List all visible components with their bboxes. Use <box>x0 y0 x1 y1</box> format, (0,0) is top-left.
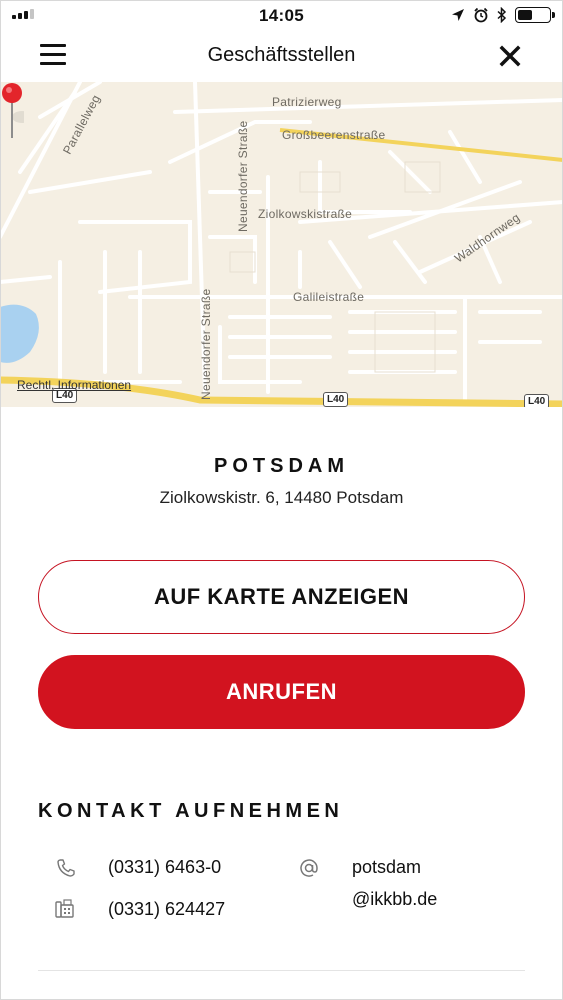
status-bar: 14:05 <box>0 0 563 32</box>
fax-number[interactable]: (0331) 624427 <box>108 899 225 920</box>
call-button[interactable]: ANRUFEN <box>38 655 525 729</box>
phone-number[interactable]: (0331) 6463-0 <box>108 857 221 878</box>
email-line-1[interactable]: potsdam <box>352 857 421 878</box>
alarm-icon <box>474 7 488 23</box>
battery-icon <box>515 7 555 23</box>
fax-icon <box>55 899 74 918</box>
map-label-street: Neuendorfer Straße <box>199 288 213 400</box>
map-pin-icon[interactable] <box>0 82 24 142</box>
office-name: POTSDAM <box>214 455 349 477</box>
close-icon[interactable] <box>496 42 524 70</box>
location-arrow-icon <box>452 9 464 21</box>
map-label-street: Ziolkowskistraße <box>258 207 353 221</box>
map-label-street: Großbeerenstraße <box>282 128 386 142</box>
phone-icon <box>57 859 75 877</box>
map-label-street: Patrizierweg <box>272 95 342 109</box>
road-shield: L40 <box>323 392 349 407</box>
map-label-street: Neuendorfer Straße <box>236 120 250 232</box>
at-sign-icon <box>300 859 318 877</box>
bluetooth-icon <box>497 7 507 23</box>
road-shield: L40 <box>524 394 550 407</box>
office-info: POTSDAM Ziolkowskistr. 6, 14480 Potsdam <box>0 455 563 508</box>
legal-info-link[interactable]: Rechtl. Informationen <box>17 378 131 392</box>
office-address: Ziolkowskistr. 6, 14480 Potsdam <box>159 488 404 507</box>
divider <box>38 970 525 971</box>
page-title: Geschäftsstellen <box>207 44 356 66</box>
email-line-2[interactable]: @ikkbb.de <box>352 889 437 910</box>
contact-section-title: KONTAKT AUFNEHMEN <box>38 800 344 822</box>
map-label-street: Galileistraße <box>293 290 365 304</box>
map-view[interactable]: Patrizierweg Großbeerenstraße Parallelwe… <box>0 82 563 407</box>
show-on-map-button[interactable]: AUF KARTE ANZEIGEN <box>38 560 525 634</box>
nav-bar: Geschäftsstellen <box>0 32 563 82</box>
